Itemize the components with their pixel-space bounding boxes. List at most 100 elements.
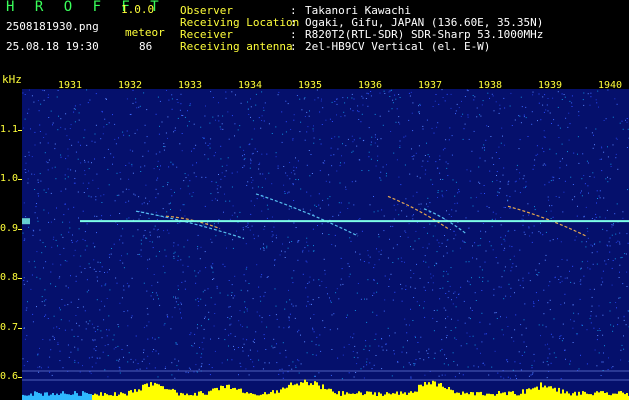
noise-pixel (531, 373, 533, 375)
noise-pixel (598, 328, 600, 330)
noise-pixel (568, 112, 570, 114)
noise-pixel (418, 351, 420, 353)
noise-pixel (148, 321, 150, 323)
noise-pixel (561, 93, 563, 95)
noise-pixel (137, 229, 139, 231)
noise-pixel (441, 339, 443, 341)
signal-level-bar (38, 393, 40, 400)
noise-pixel (65, 158, 67, 160)
noise-pixel (187, 110, 188, 112)
signal-level-bar (244, 393, 246, 400)
noise-pixel (507, 376, 509, 378)
noise-pixel (511, 246, 513, 248)
noise-pixel (542, 324, 544, 326)
noise-pixel (607, 259, 609, 260)
signal-level-bar (530, 389, 532, 400)
noise-pixel (125, 201, 127, 203)
noise-pixel (264, 102, 266, 104)
noise-pixel (162, 208, 164, 210)
noise-pixel (100, 195, 102, 197)
signal-level-bar (522, 389, 524, 400)
noise-pixel (510, 270, 512, 272)
noise-pixel (405, 289, 407, 290)
noise-pixel (291, 277, 293, 279)
noise-pixel (581, 324, 583, 326)
signal-level-bar (400, 391, 402, 400)
noise-pixel (143, 282, 145, 284)
noise-pixel (603, 352, 604, 354)
noise-pixel (167, 137, 168, 139)
noise-pixel (356, 363, 358, 365)
noise-pixel (597, 90, 599, 92)
noise-pixel (151, 285, 153, 287)
noise-pixel (401, 300, 403, 302)
signal-level-bar (396, 391, 398, 400)
signal-level-bar (30, 393, 32, 400)
noise-pixel (339, 165, 341, 167)
noise-pixel (195, 282, 197, 284)
noise-pixel (559, 160, 561, 162)
noise-pixel (78, 228, 80, 230)
noise-pixel (236, 230, 237, 232)
noise-pixel (84, 231, 86, 233)
noise-pixel (95, 199, 97, 201)
noise-pixel (373, 211, 375, 213)
noise-pixel (143, 202, 145, 204)
noise-pixel (464, 322, 466, 324)
noise-pixel (553, 318, 555, 320)
signal-level-bar (276, 390, 278, 400)
signal-level-bar (286, 387, 288, 400)
spectrogram-plot[interactable] (22, 89, 629, 400)
noise-pixel (174, 127, 176, 129)
noise-pixel (160, 165, 161, 167)
noise-pixel (462, 374, 464, 376)
signal-level-bar (160, 386, 162, 400)
noise-pixel (158, 298, 159, 300)
noise-pixel (275, 152, 277, 154)
noise-pixel (510, 295, 512, 297)
signal-level-bar (602, 391, 604, 400)
noise-pixel (113, 156, 115, 158)
noise-pixel (456, 103, 458, 105)
noise-pixel (622, 211, 624, 213)
noise-pixel (32, 321, 34, 323)
noise-pixel (247, 181, 249, 183)
noise-pixel (618, 297, 620, 299)
noise-pixel (454, 291, 456, 293)
noise-pixel (260, 127, 262, 129)
signal-level-bar (442, 386, 444, 400)
noise-pixel (181, 133, 183, 134)
noise-pixel (448, 290, 450, 292)
noise-pixel (232, 297, 234, 299)
noise-pixel (250, 106, 252, 108)
noise-pixel (217, 192, 219, 194)
noise-pixel (243, 149, 245, 151)
noise-pixel (108, 315, 110, 317)
signal-level-bar (410, 391, 412, 400)
noise-pixel (41, 367, 42, 369)
noise-pixel (285, 356, 287, 358)
noise-pixel (197, 297, 199, 299)
noise-pixel (164, 368, 166, 369)
noise-pixel (480, 238, 482, 239)
noise-pixel (84, 310, 86, 312)
noise-pixel (598, 195, 600, 197)
noise-pixel (243, 165, 245, 167)
noise-pixel (340, 257, 342, 259)
noise-pixel (615, 153, 617, 155)
noise-pixel (570, 176, 572, 178)
noise-pixel (533, 225, 535, 227)
noise-pixel (561, 280, 563, 282)
noise-pixel (203, 137, 205, 139)
noise-pixel (312, 250, 314, 252)
noise-pixel (113, 243, 115, 245)
noise-pixel (26, 335, 28, 337)
noise-pixel (473, 99, 475, 101)
noise-pixel (193, 371, 195, 373)
noise-pixel (436, 251, 438, 253)
signal-level-bar (304, 379, 306, 400)
noise-pixel (43, 90, 45, 92)
noise-pixel (490, 245, 492, 247)
noise-pixel (538, 93, 540, 95)
noise-pixel (218, 337, 220, 339)
